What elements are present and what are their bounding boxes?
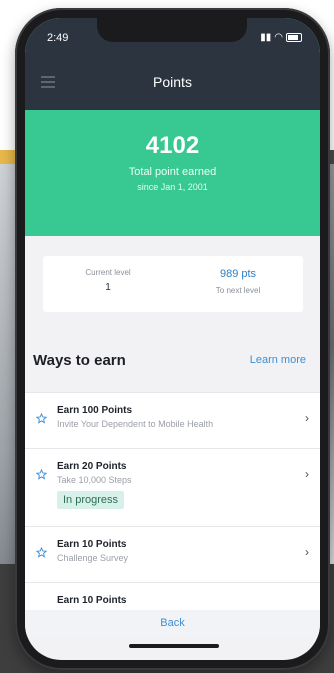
list-item-title: Earn 10 Points	[57, 595, 127, 606]
next-level-points: 989 pts	[219, 268, 257, 280]
list-item-text: Earn 10 Points	[57, 583, 320, 606]
list-item[interactable]: Earn 10 Points Challenge Survey ›	[25, 526, 320, 582]
points-summary: 4102 Total point earned since Jan 1, 200…	[25, 110, 320, 236]
current-level-label: Current level	[85, 268, 131, 277]
chevron-right-icon: ›	[305, 467, 309, 481]
star-icon	[25, 449, 57, 480]
list-item-desc: Challenge Survey	[57, 553, 129, 563]
phone-screen: 2:49 ▮▮ ◠ Points 4102 Total point earned…	[25, 18, 320, 660]
points-label: Total point earned	[128, 166, 217, 178]
battery-icon	[286, 33, 302, 42]
chevron-right-icon: ›	[305, 411, 309, 425]
list-item-title: Earn 100 Points	[57, 405, 133, 416]
home-indicator	[129, 644, 219, 648]
next-level-label: To next level	[215, 286, 261, 295]
points-value: 4102	[145, 132, 200, 159]
current-level: Current level 1	[43, 256, 173, 312]
list-item-title: Earn 20 Points	[57, 461, 127, 472]
phone-notch	[97, 18, 247, 42]
status-time: 2:49	[47, 32, 69, 44]
phone-frame: 2:49 ▮▮ ◠ Points 4102 Total point earned…	[15, 8, 330, 670]
list-item-text: Earn 20 Points Take 10,000 Steps In prog…	[57, 449, 294, 509]
list-item-text: Earn 100 Points Invite Your Dependent to…	[57, 393, 294, 429]
ways-to-earn-title: Ways to earn	[33, 351, 126, 369]
points-header: 2:49 ▮▮ ◠ Points 4102 Total point earned…	[25, 18, 320, 236]
learn-more-link[interactable]: Learn more	[250, 354, 306, 366]
signal-icon: ▮▮	[260, 32, 272, 43]
ways-to-earn-header: Ways to earn Learn more	[25, 346, 320, 374]
earn-list: Earn 100 Points Invite Your Dependent to…	[25, 392, 320, 623]
wifi-icon: ◠	[274, 32, 283, 43]
status-icons: ▮▮ ◠	[260, 32, 302, 43]
list-item-desc: Take 10,000 Steps	[57, 475, 132, 485]
current-level-value: 1	[105, 282, 111, 293]
in-progress-badge: In progress	[57, 491, 125, 509]
star-icon	[25, 527, 57, 558]
next-level: 989 pts To next level	[173, 256, 303, 312]
star-icon	[25, 393, 57, 424]
list-item[interactable]: Earn 100 Points Invite Your Dependent to…	[25, 392, 320, 448]
back-button[interactable]: Back	[25, 610, 320, 636]
page-title: Points	[153, 74, 192, 90]
chevron-right-icon: ›	[305, 545, 309, 559]
points-since: since Jan 1, 2001	[137, 182, 208, 192]
level-card: Current level 1 989 pts To next level	[43, 256, 303, 312]
list-item-desc: Invite Your Dependent to Mobile Health	[57, 419, 214, 429]
list-item-text: Earn 10 Points Challenge Survey	[57, 527, 294, 563]
list-item[interactable]: Earn 20 Points Take 10,000 Steps In prog…	[25, 448, 320, 526]
list-item-title: Earn 10 Points	[57, 539, 127, 550]
